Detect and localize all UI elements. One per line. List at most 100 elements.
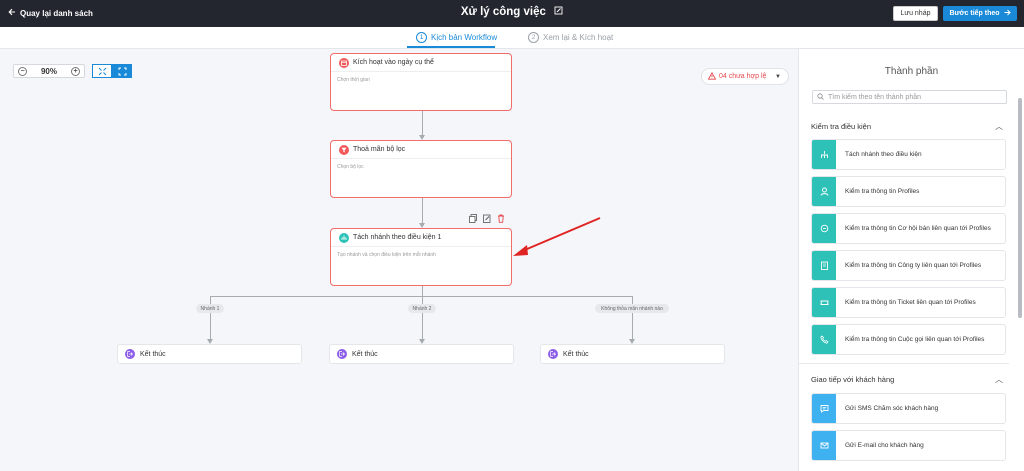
step-label: Xem lại & Kích hoạt: [543, 33, 614, 42]
page-title-text: Xử lý công việc: [460, 6, 546, 18]
invalid-steps-dropdown[interactable]: 04 chưa hợp lệ ▼: [701, 68, 789, 85]
component-send-sms[interactable]: Gửi SMS Chăm sóc khách hàng: [811, 393, 1006, 424]
sms-icon: [812, 394, 836, 423]
mail-icon: [812, 431, 836, 460]
branch-icon: [812, 140, 836, 169]
page-title: Xử lý công việc: [0, 6, 1024, 18]
connector: [422, 198, 423, 224]
next-step-label: Bước tiếp theo: [949, 10, 1000, 17]
edit-icon[interactable]: [483, 210, 491, 223]
save-draft-button[interactable]: Lưu nháp: [893, 6, 938, 21]
collapse-icon: [98, 67, 106, 75]
component-check-deals[interactable]: Kiểm tra thông tin Cơ hội bán liên quan …: [811, 213, 1006, 244]
node-title: Tách nhánh theo điều kiện 1: [353, 234, 442, 241]
step-label: Kịch bản Workflow: [431, 33, 498, 42]
trigger-date-node[interactable]: Kích hoạt vào ngày cụ thể Chọn thời gian: [330, 53, 512, 111]
workflow-stepper: 1 Kịch bản Workflow 2 Xem lại & Kích hoạ…: [0, 27, 1024, 49]
component-label: Kiểm tra thông tin Công ty liên quan tới…: [845, 262, 982, 269]
chevron-up-icon[interactable]: ︿: [995, 121, 1003, 132]
components-panel: Thành phần Tìm kiếm theo tên thành phần …: [798, 49, 1024, 471]
zoom-in-button[interactable]: +: [70, 66, 80, 76]
zoom-out-button[interactable]: −: [18, 66, 27, 76]
branch-label: Nhánh 1: [196, 304, 224, 313]
component-check-profiles[interactable]: Kiểm tra thông tin Profiles: [811, 176, 1006, 207]
section-title: Giao tiếp với khách hàng: [811, 375, 895, 384]
filter-node[interactable]: Thoả mãn bộ lọc Chọn bộ lọc: [330, 140, 512, 198]
ticket-icon: [812, 288, 836, 317]
component-label: Tách nhánh theo điều kiện: [845, 151, 922, 158]
edit-title-icon[interactable]: [554, 6, 563, 18]
filter-icon: [339, 144, 349, 155]
fit-controls: [92, 64, 132, 78]
node-title: Kích hoạt vào ngày cụ thể: [353, 59, 434, 66]
fullscreen-button[interactable]: [112, 64, 132, 78]
warning-icon: [707, 71, 717, 82]
exit-icon: [548, 349, 558, 359]
end-node[interactable]: Kết thúc: [117, 344, 302, 364]
panel-title: Thành phần: [884, 66, 939, 77]
end-node-label: Kết thúc: [352, 350, 378, 358]
copy-icon[interactable]: [469, 210, 477, 223]
connector: [422, 286, 423, 296]
component-label: Kiểm tra thông tin Ticket liên quan tới …: [845, 299, 976, 306]
component-split-branch[interactable]: Tách nhánh theo điều kiện: [811, 139, 1006, 170]
collapse-view-button[interactable]: [92, 64, 112, 78]
node-header: Tách nhánh theo điều kiện 1: [331, 229, 511, 247]
step-number: 2: [528, 32, 539, 43]
split-branch-node[interactable]: Tách nhánh theo điều kiện 1 Tạo nhánh và…: [330, 228, 512, 286]
branch-connector: [210, 296, 211, 341]
node-subtitle: Chọn bộ lọc: [337, 164, 364, 170]
trash-icon[interactable]: [497, 210, 505, 223]
panel-scrollbar[interactable]: [1018, 98, 1022, 318]
annotation-arrow: [513, 217, 601, 256]
exit-icon: [125, 349, 135, 359]
branch-connector: [422, 296, 423, 341]
node-header: Thoả mãn bộ lọc: [331, 141, 511, 159]
node-toolbar: [469, 210, 505, 223]
section-title: Kiểm tra điều kiện: [811, 122, 872, 131]
building-icon: [812, 251, 836, 280]
section-divider: [799, 363, 1009, 364]
top-bar: Quay lại danh sách Xử lý công việc Lưu n…: [0, 0, 1024, 27]
component-label: Kiểm tra thông tin Profiles: [845, 188, 920, 195]
zoom-control: − 90% +: [13, 64, 85, 78]
component-search-input[interactable]: Tìm kiếm theo tên thành phần: [812, 90, 1007, 104]
component-check-call[interactable]: Kiểm tra thông tin Cuộc gọi liên quan tớ…: [811, 324, 1006, 355]
connector: [422, 111, 423, 136]
node-subtitle: Chọn thời gian: [337, 77, 370, 83]
step-number: 1: [416, 32, 427, 43]
user-icon: [812, 177, 836, 206]
end-node-label: Kết thúc: [563, 350, 589, 358]
calendar-icon: [339, 57, 349, 68]
component-check-company[interactable]: Kiểm tra thông tin Công ty liên quan tới…: [811, 250, 1006, 281]
component-label: Kiểm tra thông tin Cơ hội bán liên quan …: [845, 225, 991, 232]
end-node[interactable]: Kết thúc: [329, 344, 514, 364]
chevron-up-icon[interactable]: ︿: [995, 374, 1003, 385]
branch-connector: [632, 296, 633, 341]
component-check-ticket[interactable]: Kiểm tra thông tin Ticket liên quan tới …: [811, 287, 1006, 318]
branch-label: Không thỏa mãn nhánh nào: [595, 304, 669, 313]
node-subtitle: Tạo nhánh và chọn điều kiện trên mỗi nhá…: [337, 252, 436, 258]
branch-label: Nhánh 2: [408, 304, 436, 313]
tab-review-activate[interactable]: 2 Xem lại & Kích hoạt: [528, 32, 613, 43]
invalid-count-text: 04 chưa hợp lệ: [719, 73, 767, 80]
component-label: Kiểm tra thông tin Cuộc gọi liên quan tớ…: [845, 336, 985, 343]
component-send-email[interactable]: Gửi E-mail cho khách hàng: [811, 430, 1006, 461]
exit-icon: [337, 349, 347, 359]
end-node[interactable]: Kết thúc: [540, 344, 725, 364]
tab-workflow-scenario[interactable]: 1 Kịch bản Workflow: [416, 32, 497, 43]
next-step-button[interactable]: Bước tiếp theo: [943, 6, 1017, 21]
expand-icon: [118, 67, 126, 75]
caret-down-icon: ▼: [775, 73, 781, 80]
phone-icon: [812, 325, 836, 354]
component-label: Gửi SMS Chăm sóc khách hàng: [845, 405, 939, 412]
search-placeholder: Tìm kiếm theo tên thành phần: [828, 93, 921, 101]
component-label: Gửi E-mail cho khách hàng: [845, 442, 924, 449]
active-step-indicator: [407, 46, 495, 48]
node-title: Thoả mãn bộ lọc: [353, 146, 406, 153]
deal-icon: [812, 214, 836, 243]
search-icon: [817, 92, 824, 102]
zoom-level: 90%: [40, 66, 57, 76]
end-node-label: Kết thúc: [140, 350, 166, 358]
branch-icon: [339, 232, 349, 243]
